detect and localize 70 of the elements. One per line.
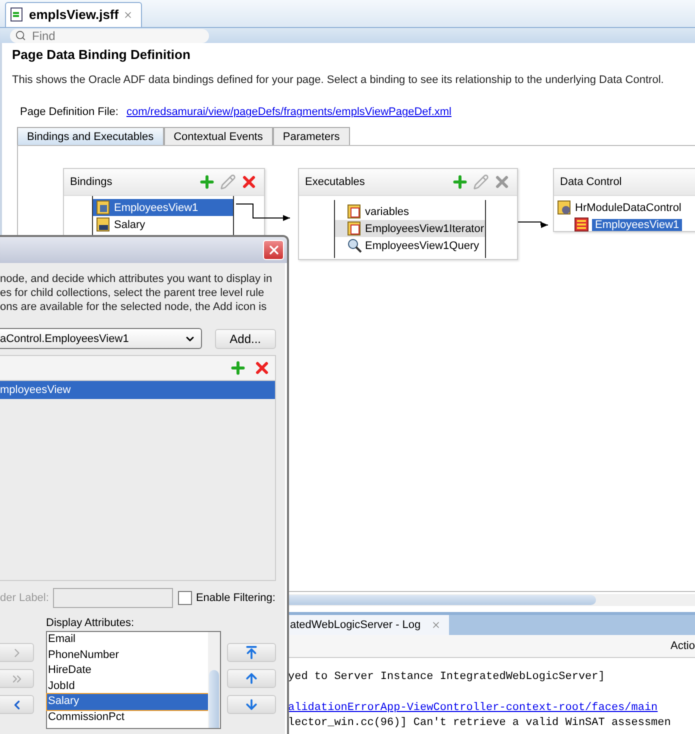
attribute-binding-icon bbox=[96, 217, 111, 232]
attribute-item[interactable]: Salary bbox=[47, 694, 208, 710]
add-icon[interactable] bbox=[229, 359, 247, 377]
reorder-button[interactable] bbox=[227, 643, 276, 662]
data-source-dropdown[interactable]: aControl.EmployeesView1 bbox=[0, 328, 202, 349]
tab[interactable]: Bindings and Executables bbox=[17, 127, 164, 146]
arrow-down-icon bbox=[244, 697, 259, 712]
attribute-item[interactable]: CommissionPct bbox=[47, 710, 208, 725]
edit-icon[interactable] bbox=[473, 174, 489, 190]
enable-filtering-checkbox[interactable] bbox=[178, 591, 192, 605]
node-title: Data Control bbox=[560, 176, 622, 188]
attribute-item[interactable]: HireDate bbox=[47, 663, 208, 678]
add-button[interactable]: Add... bbox=[214, 328, 276, 348]
tab[interactable]: Contextual Events bbox=[164, 127, 273, 146]
arrow-top-icon bbox=[244, 645, 259, 660]
binding-item[interactable]: Salary bbox=[93, 216, 233, 234]
tree-item[interactable]: mployeesView bbox=[0, 381, 275, 399]
binding-item[interactable]: EmployeesView1 bbox=[93, 199, 233, 216]
log-line: yed to Server Instance IntegratedWebLogicServer] bbox=[288, 670, 606, 685]
folder-label: der Label: bbox=[0, 592, 49, 604]
log-line: lector_win.cc(96)] Can't retrieve a valid WinSAT assessmen bbox=[288, 716, 672, 732]
executable-item[interactable]: EmployeesView1Iterator bbox=[335, 220, 485, 238]
dialog-text: node, and decide which attributes you want to display in bbox=[0, 272, 272, 286]
page-definition-link[interactable]: com/redsamurai/view/pageDefs/fragments/emplsViewPageDef.xml bbox=[126, 106, 452, 118]
log-link[interactable]: alidationErrorApp-ViewController-context-root/faces/main bbox=[288, 702, 658, 714]
close-icon[interactable] bbox=[122, 10, 133, 20]
tab[interactable]: Parameters bbox=[272, 127, 350, 146]
find-field[interactable]: Find bbox=[10, 28, 209, 43]
vertical-scrollbar[interactable] bbox=[208, 632, 220, 728]
add-icon[interactable] bbox=[451, 173, 469, 192]
page-heading: Page Data Binding Definition bbox=[12, 47, 192, 62]
delete-icon[interactable] bbox=[253, 359, 271, 377]
connector-arrow bbox=[518, 222, 548, 228]
reorder-button[interactable] bbox=[227, 669, 276, 688]
document-icon bbox=[347, 221, 362, 236]
actions-menu[interactable]: Actio bbox=[670, 640, 695, 652]
enable-filtering-label: Enable Filtering: bbox=[196, 592, 276, 604]
shuttle-button[interactable] bbox=[0, 695, 34, 714]
display-attributes-label: Display Attributes: bbox=[46, 617, 134, 629]
find-input[interactable]: Find bbox=[32, 28, 182, 43]
close-icon bbox=[266, 243, 280, 257]
dialog-text: ons are available for the selected node, the Add icon is bbox=[0, 300, 267, 314]
executable-item[interactable]: EmployeesView1Query bbox=[335, 237, 485, 254]
add-icon[interactable] bbox=[198, 173, 216, 192]
search-icon bbox=[15, 30, 26, 42]
document-icon bbox=[347, 204, 362, 220]
editor-tab[interactable]: emplsView.jsff bbox=[5, 2, 142, 27]
data-control-child[interactable]: EmployeesView1 bbox=[592, 218, 682, 231]
close-button[interactable] bbox=[263, 240, 284, 260]
reorder-button[interactable] bbox=[227, 695, 276, 714]
attribute-item[interactable]: Email bbox=[47, 632, 208, 648]
log-tab[interactable]: atedWebLogicServer - Log bbox=[288, 614, 449, 635]
magnifier-icon bbox=[347, 238, 362, 254]
connector-arrow bbox=[236, 204, 290, 222]
dialog-text: es for child collections, select the parent tree level rule bbox=[0, 286, 264, 300]
file-icon bbox=[9, 6, 25, 23]
node-title: Bindings bbox=[70, 176, 112, 188]
executable-item[interactable]: variables bbox=[335, 203, 485, 220]
edit-icon[interactable] bbox=[220, 174, 236, 190]
tree-binding-icon bbox=[96, 200, 111, 216]
description-text: This shows the Oracle ADF data bindings defined for your page. Select a binding to see its relationship to the underlying Data Control. bbox=[12, 74, 665, 86]
folder-label-field[interactable] bbox=[52, 588, 173, 608]
close-icon[interactable] bbox=[430, 620, 441, 630]
collection-icon bbox=[574, 217, 589, 232]
node-title: Executables bbox=[305, 176, 365, 188]
data-control-item[interactable]: HrModuleDataControl bbox=[554, 199, 695, 216]
data-control-icon bbox=[557, 200, 572, 216]
attribute-item[interactable]: JobId bbox=[47, 678, 208, 694]
attribute-item[interactable]: PhoneNumber bbox=[47, 648, 208, 663]
page-definition-label: Page Definition File: bbox=[20, 106, 118, 118]
